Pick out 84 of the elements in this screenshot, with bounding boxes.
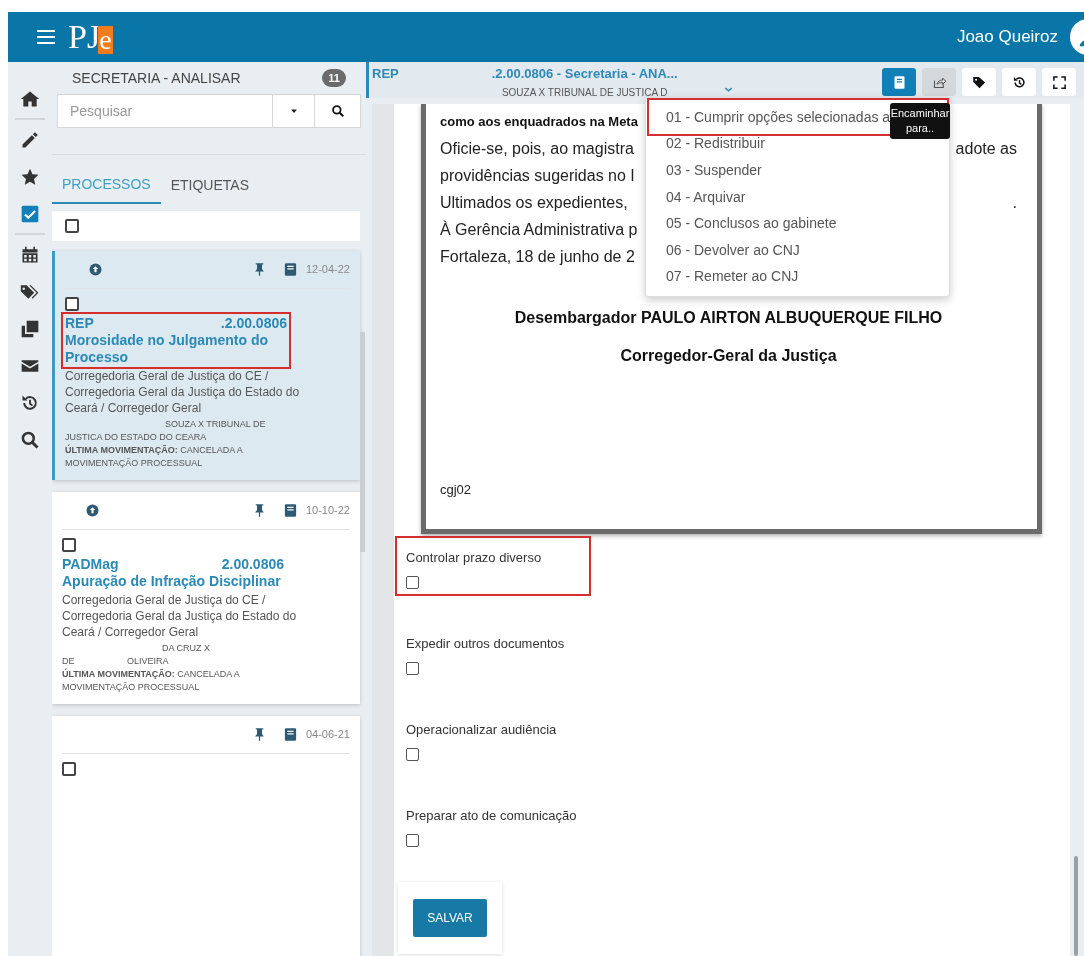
checkbox[interactable] (406, 747, 419, 761)
tag-icon (971, 74, 987, 90)
menu-item[interactable]: 05 - Conclusos ao gabinete (666, 213, 837, 235)
app-logo[interactable]: PJe (68, 20, 113, 54)
checkbox[interactable] (406, 661, 419, 675)
process-number[interactable]: .2.00.0806 (220, 315, 287, 332)
option-label: Expedir outros documentos (406, 635, 566, 653)
copy-icon (20, 318, 40, 339)
document-text: como aos enquadrados na Meta (440, 113, 638, 131)
search-input[interactable]: Pesquisar (58, 95, 272, 127)
menu-item[interactable]: 06 - Devolver ao CNJ (666, 239, 800, 261)
expand-icon (1051, 74, 1067, 90)
document-text: . (1012, 193, 1017, 213)
process-title: .2.00.0806 - Secretaria - ANA... (491, 65, 678, 83)
queue-title: SECRETARIA - ANALISAR (72, 68, 241, 88)
card-date: 04-06-21 (305, 727, 350, 743)
checkbox[interactable] (406, 833, 419, 847)
signature-text: Desembargador PAULO AIRTON ALBUQUERQUE FILHO (513, 308, 944, 328)
checkbox[interactable] (62, 762, 76, 776)
card-date: 10-10-22 (305, 503, 350, 519)
calendar-icon (20, 244, 40, 265)
search-icon (330, 104, 345, 118)
history-icon (1011, 74, 1027, 90)
process-subject[interactable]: Apuração de Infração Disciplinar (62, 573, 322, 590)
list-tab[interactable]: PROCESSOS (52, 167, 161, 204)
checkbox[interactable] (65, 297, 79, 311)
book-icon[interactable] (282, 727, 298, 742)
process-tab[interactable]: REP .2.00.0806 - Secretaria - ANA... SOUZA X TRIBUNAL DE JUSTICA D (366, 62, 1084, 98)
search-field[interactable]: Pesquisar (57, 94, 361, 128)
menu-item[interactable]: 04 - Arquivar (666, 186, 746, 208)
history-button[interactable] (1002, 68, 1036, 96)
document-code: cgj02 (440, 480, 473, 499)
tooltip: Encaminhar para.. (890, 103, 950, 139)
checkbox[interactable] (62, 538, 76, 552)
process-class[interactable]: REP (65, 315, 94, 332)
arrow-up-icon[interactable] (86, 504, 99, 517)
checkbox[interactable] (406, 575, 419, 589)
menu-item[interactable]: 01 - Cumprir opções selecionadas a (666, 106, 891, 128)
document-text: adote as (955, 139, 1017, 159)
organ-text: Corregedoria Geral de Justiça do CE / Corregedoria Geral da Justiça do Estado do Ceará / Corregedor Geral (65, 368, 301, 416)
party-name: DA CRUZ X (162, 643, 210, 653)
organ-text: Corregedoria Geral de Justiça do CE / Corregedoria Geral da Justiça do Estado do Ceará / Corregedor Geral (62, 592, 298, 640)
list-tab[interactable]: ETIQUETAS (160, 167, 259, 204)
user-name[interactable]: Joao Queiroz (956, 24, 1058, 50)
process-subject[interactable]: Morosidade no Julgamento do Processo (65, 332, 287, 366)
process-class: REP (372, 65, 399, 83)
book-icon[interactable] (282, 262, 298, 277)
card-date: 12-04-22 (305, 262, 350, 278)
option-label: Controlar prazo diverso (406, 549, 543, 567)
scrollbar-thumb[interactable] (1074, 856, 1078, 956)
checkbox-icon (20, 203, 40, 224)
tag-button[interactable] (962, 68, 996, 96)
menu-item[interactable]: 03 - Suspender (666, 160, 762, 181)
menu-item[interactable]: 02 - Redistribuir (666, 133, 765, 155)
process-number[interactable]: 2.00.0806 (221, 556, 284, 573)
process-parties: SOUZA X TRIBUNAL DE JUSTICA D (501, 85, 668, 100)
checkbox[interactable] (65, 219, 79, 233)
document-text: providências sugeridas no I (440, 166, 635, 186)
process-card[interactable]: 04-06-21 (52, 716, 360, 956)
menu-item[interactable]: 07 - Remeter ao CNJ (666, 266, 799, 288)
book-icon[interactable] (282, 503, 298, 518)
document-text: À Gerência Administrativa p (440, 219, 638, 240)
process-card[interactable] (52, 492, 360, 704)
expand-button[interactable] (1042, 68, 1076, 96)
signature-text: Corregedor-Geral da Justiça (619, 346, 838, 366)
process-class[interactable]: PADMag (62, 556, 119, 573)
document-text: Ultimados os expedientes, (440, 193, 628, 213)
search-icon (20, 429, 40, 450)
option-label: Preparar ato de comunicação (406, 807, 578, 825)
document-text: Oficie-se, pois, ao magistra (440, 139, 634, 159)
count-badge: 11 (322, 68, 346, 88)
arrow-up-icon[interactable] (89, 263, 102, 276)
scrollbar-thumb[interactable] (360, 332, 365, 552)
party-name: OLIVEIRA (127, 656, 169, 666)
process-card[interactable] (52, 251, 360, 480)
document-text: Fortaleza, 18 de junho de 2 (440, 247, 635, 267)
share-button[interactable] (922, 68, 956, 96)
party-name: DE (62, 656, 75, 666)
book-button[interactable] (882, 68, 916, 96)
party-name: SOUZA X TRIBUNAL DE JUSTICA DO ESTADO DO CEARA (65, 419, 266, 442)
option-label: Operacionalizar audiência (406, 721, 558, 739)
save-button[interactable]: SALVAR (413, 899, 487, 937)
last-movement-text: ÚLTIMA MOVIMENTAÇÃO: CANCELADA A MOVIMENTAÇÃO PROCESSUAL (65, 444, 244, 470)
last-movement-text: ÚLTIMA MOVIMENTAÇÃO: CANCELADA A MOVIMENTAÇÃO PROCESSUAL (62, 668, 241, 694)
